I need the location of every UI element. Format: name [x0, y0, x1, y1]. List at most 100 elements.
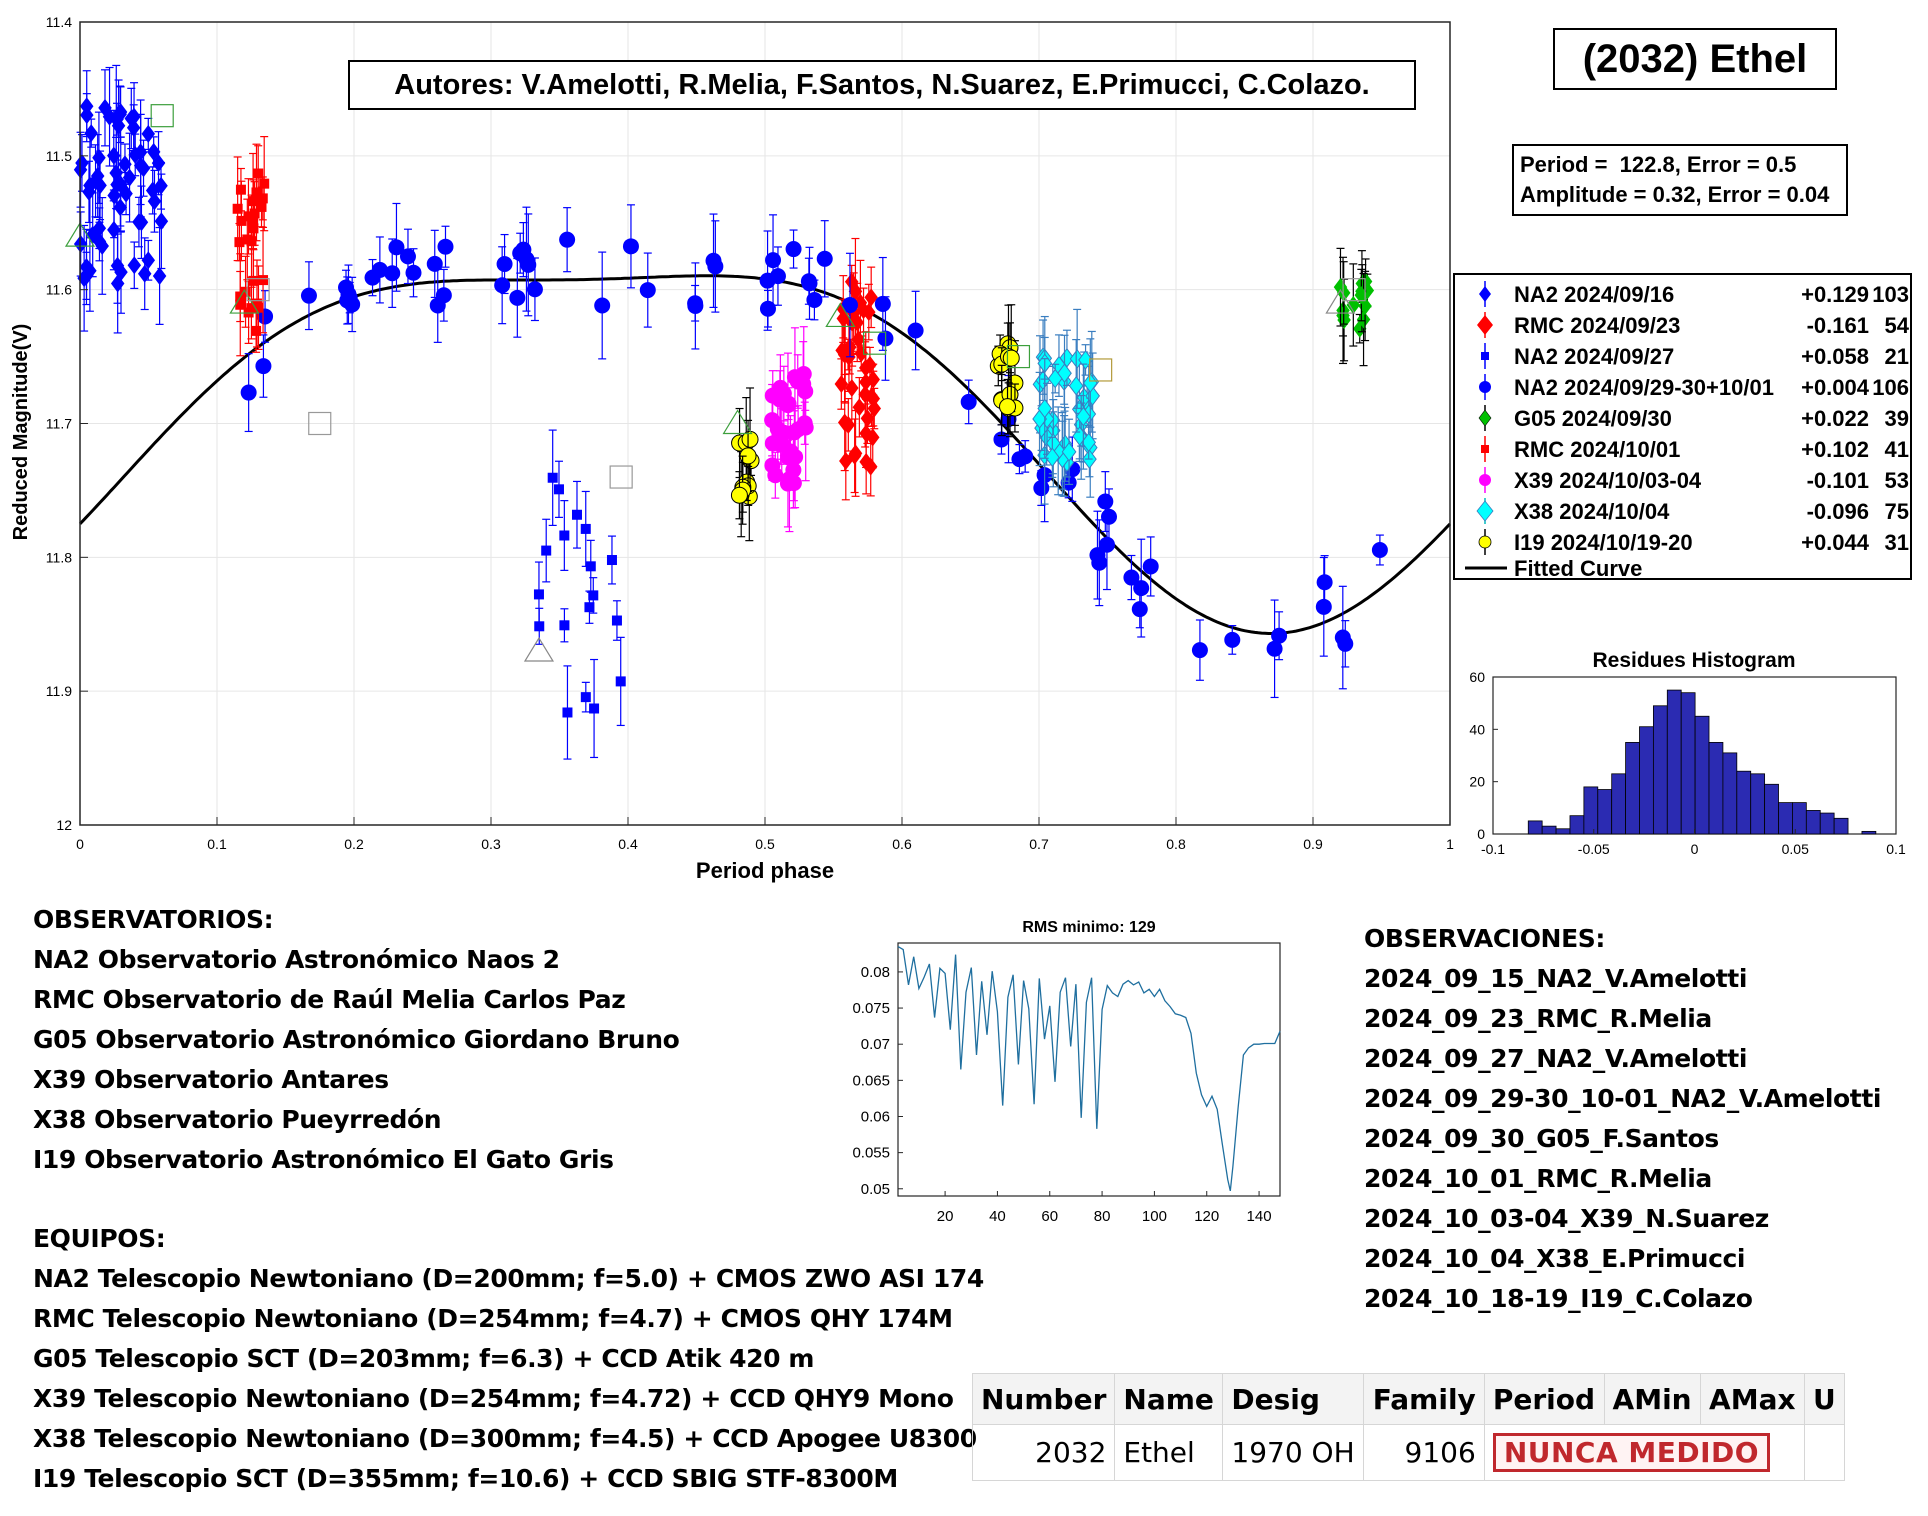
marker-circle	[907, 322, 924, 339]
y-tick-label: 12	[56, 817, 72, 833]
mpc-family: 9106	[1363, 1424, 1485, 1481]
histogram-x-tick-label: -0.1	[1481, 841, 1505, 857]
marker-circle	[772, 379, 789, 396]
legend-item-fitted: Fitted Curve	[1455, 553, 1910, 583]
rms-title: RMS minimo: 129	[1022, 919, 1155, 936]
marker-circle	[1371, 542, 1388, 559]
legend-marker	[1479, 281, 1491, 307]
marker-circle	[730, 486, 748, 504]
legend-marker	[1477, 312, 1493, 338]
marker-square	[258, 275, 269, 286]
histogram-bar	[1569, 815, 1585, 835]
mpc-name: Ethel	[1114, 1424, 1224, 1481]
marker-square	[234, 237, 245, 248]
legend-label: RMC 2024/09/23	[1514, 313, 1681, 338]
marker-circle	[300, 287, 317, 304]
marker-circle	[384, 265, 401, 282]
rms-x-tick-label: 120	[1194, 1208, 1219, 1225]
y-tick-label: 11.4	[46, 14, 72, 30]
equipo-line: X39 Telescopio Newtoniano (D=254mm; f=4.…	[33, 1384, 954, 1413]
marker-circle	[594, 297, 611, 314]
legend-count: 54	[1884, 313, 1909, 338]
marker-circle	[1337, 635, 1354, 652]
x-tick-label: 0.1	[207, 836, 227, 852]
histogram-y-tick-label: 60	[1469, 669, 1485, 685]
marker-circle	[687, 297, 704, 314]
y-tick-label: 11.8	[46, 549, 72, 565]
observatorio-line: X38 Observatorio Pueyrredón	[33, 1105, 442, 1134]
x-tick-label: 0.2	[344, 836, 364, 852]
histogram-bar	[1583, 786, 1599, 835]
mpc-period-cell: NUNCA MEDIDO	[1483, 1424, 1806, 1481]
rms-y-tick-label: 0.055	[852, 1145, 890, 1162]
marker-circle	[759, 300, 776, 317]
marker-circle	[1315, 598, 1332, 615]
observatorio-line: NA2 Observatorio Astronómico Naos 2	[33, 945, 560, 974]
observacion-line: 2024_09_27_NA2_V.Amelotti	[1364, 1044, 1748, 1073]
y-tick-label: 11.6	[46, 282, 72, 298]
y-tick-label: 11.5	[46, 148, 72, 164]
legend-count: 41	[1884, 437, 1909, 462]
marker-square	[259, 178, 270, 189]
authors-text: Autores: V.Amelotti, R.Melia, F.Santos, …	[394, 68, 1370, 101]
legend-offset: +0.058	[1801, 344, 1869, 369]
marker-circle	[874, 295, 891, 312]
histogram-bar	[1527, 820, 1543, 835]
histogram-bar	[1861, 830, 1877, 835]
histogram-bar	[1722, 752, 1738, 835]
legend: NA2 2024/09/16 +0.129 103 RMC 2024/09/23…	[1453, 273, 1912, 583]
marker-square	[559, 530, 570, 541]
marker-circle	[1131, 601, 1148, 618]
histogram-x-tick-label: 0.05	[1782, 841, 1809, 857]
mpc-header: Family	[1363, 1372, 1485, 1426]
histogram-bar	[1625, 742, 1640, 835]
rms-plot: 20 40 60 80 100 120 1400.080.0750.070.0650.060…	[852, 919, 1281, 1225]
marker-circle	[426, 255, 443, 272]
legend-count: 106	[1872, 375, 1909, 400]
histogram-bar	[1541, 825, 1557, 835]
rms-y-tick-label: 0.075	[852, 1000, 890, 1017]
mpc-data-row: 2032 Ethel 1970 OH 9106 NUNCA MEDIDO	[971, 1424, 1845, 1481]
mpc-header: Number	[971, 1372, 1116, 1426]
legend-item-rmc-0923: RMC 2024/09/23 -0.161 54	[1455, 310, 1910, 340]
marker-square	[611, 615, 622, 626]
legend-item-na2-0927: NA2 2024/09/27 +0.058 21	[1455, 341, 1910, 371]
histogram-bar	[1750, 773, 1766, 835]
marker-square	[559, 620, 570, 631]
marker-circle	[512, 245, 529, 262]
x-tick-label: 0.6	[892, 836, 912, 852]
legend-item-x38: X38 2024/10/04 -0.096 75	[1455, 496, 1910, 526]
legend-offset: -0.096	[1806, 499, 1869, 524]
histogram-bar	[1792, 802, 1807, 835]
histogram-y-tick-label: 40	[1469, 721, 1485, 737]
rms-x-tick-label: 100	[1142, 1208, 1167, 1225]
marker-circle	[816, 250, 833, 267]
marker-circle	[405, 264, 422, 281]
observacion-line: 2024_10_18-19_I19_C.Colazo	[1364, 1284, 1753, 1313]
observacion-line: 2024_09_29-30_10-01_NA2_V.Amelotti	[1364, 1084, 1882, 1113]
marker-circle	[559, 231, 576, 248]
marker-circle	[1142, 558, 1159, 575]
rms-y-tick-label: 0.07	[861, 1036, 890, 1053]
equipo-line: NA2 Telescopio Newtoniano (D=200mm; f=5.…	[33, 1264, 984, 1293]
period-line: Period = 122.8, Error = 0.5	[1520, 152, 1797, 177]
marker-circle	[785, 462, 802, 479]
histogram-bar	[1764, 783, 1779, 835]
histogram-bar	[1555, 828, 1571, 835]
marker-circle	[1316, 574, 1333, 591]
legend-label: Fitted Curve	[1514, 556, 1643, 581]
marker-circle	[437, 238, 454, 255]
marker-circle	[526, 281, 543, 298]
marker-circle	[960, 393, 977, 410]
legend-item-na2-0929: NA2 2024/09/29-30+10/01 +0.004 106	[1455, 372, 1910, 402]
observaciones-block: OBSERVACIONES: 2024_09_15_NA2_V.Amelotti…	[1364, 919, 1881, 1319]
mpc-header-row: Number Name Desig Family Period AMin AMa…	[971, 1372, 1845, 1426]
observatorio-line: I19 Observatorio Astronómico El Gato Gri…	[33, 1145, 614, 1174]
legend-marker	[1479, 374, 1491, 400]
observacion-line: 2024_10_01_RMC_R.Melia	[1364, 1164, 1712, 1193]
object-name-box: (2032) Ethel	[1553, 28, 1837, 90]
histogram-bar	[1652, 705, 1668, 835]
observacion-line: 2024_10_04_X38_E.Primucci	[1364, 1244, 1746, 1273]
y-axis-label: Reduced Magnitude(V)	[10, 324, 32, 541]
marker-circle	[1091, 554, 1108, 571]
